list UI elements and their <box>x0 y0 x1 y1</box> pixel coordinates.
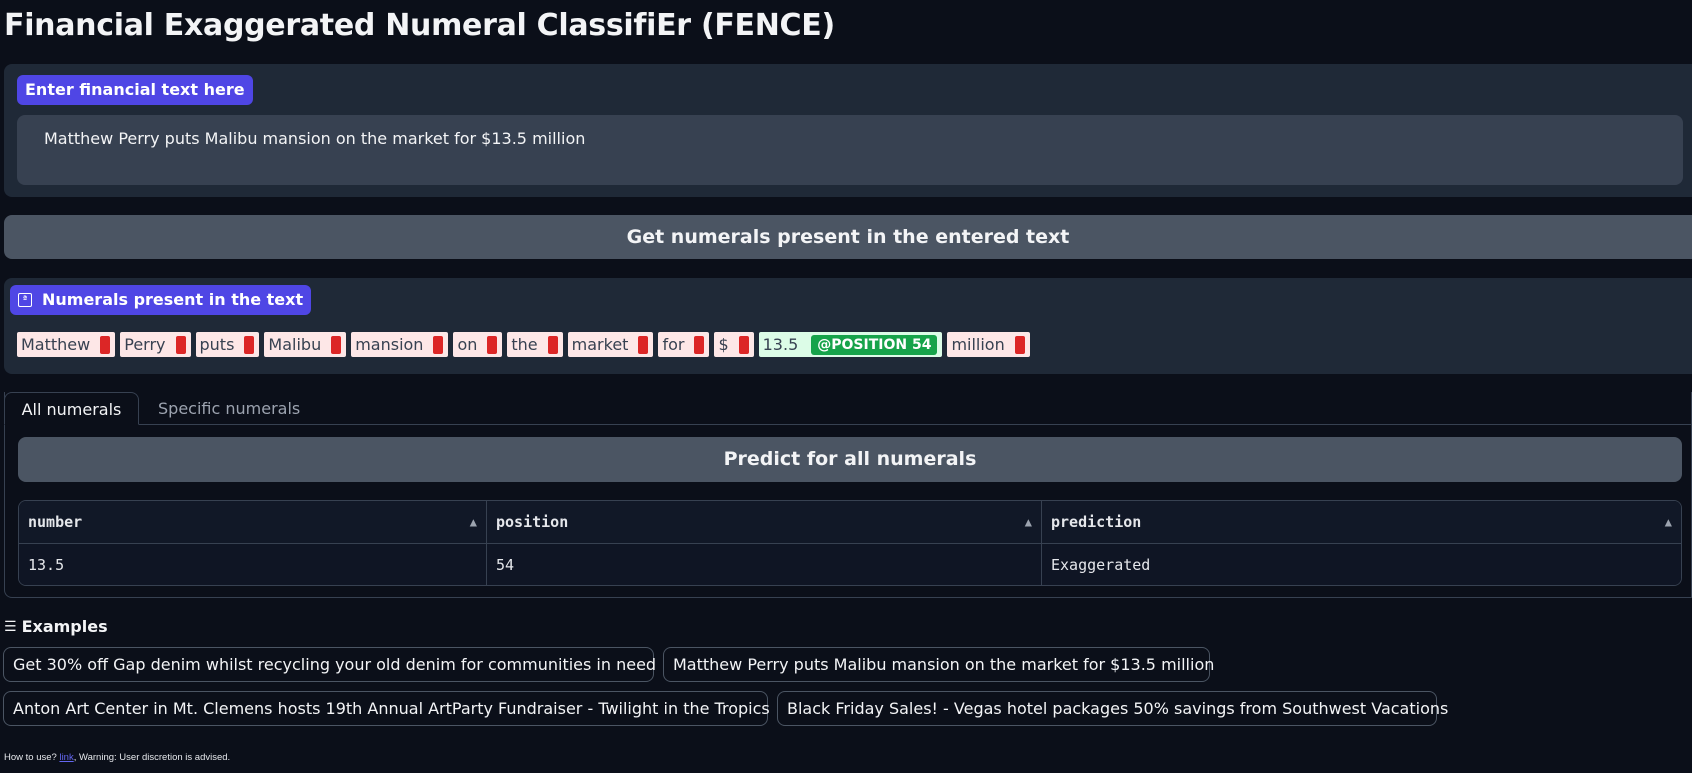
input-label: Enter financial text here <box>17 75 253 105</box>
footer-note: How to use? link, Warning: User discreti… <box>4 752 230 763</box>
predict-all-button[interactable]: Predict for all numerals <box>18 437 1682 482</box>
tab-specific-numerals[interactable]: Specific numerals <box>158 392 300 425</box>
financial-text-input[interactable]: Matthew Perry puts Malibu mansion on the… <box>17 115 1683 185</box>
numerals-label-text: Numerals present in the text <box>42 290 304 309</box>
token-text: Matthew <box>21 335 91 354</box>
label-marker <box>738 335 749 354</box>
label-marker <box>638 335 649 354</box>
text-token: on <box>453 332 503 357</box>
token-text: Malibu <box>268 335 322 354</box>
text-token: market <box>567 332 654 357</box>
example-button[interactable]: Anton Art Center in Mt. Clemens hosts 19… <box>3 691 770 726</box>
text-token: mansion <box>351 332 449 357</box>
examples-title: Examples <box>21 617 108 636</box>
token-text: on <box>457 335 478 354</box>
sort-icon[interactable]: ▲ <box>1025 501 1032 543</box>
text-token: the <box>507 332 563 357</box>
column-header-prediction[interactable]: prediction ▲ <box>1042 501 1681 543</box>
text-token: Malibu <box>264 332 347 357</box>
table-row: 13.5 54 Exaggerated <box>19 544 1681 585</box>
table-cell[interactable]: Exaggerated <box>1042 544 1681 585</box>
label-marker <box>487 335 498 354</box>
text-token: Matthew <box>17 332 116 357</box>
token-text: $ <box>718 335 729 354</box>
table-cell[interactable]: 13.5 <box>19 544 487 585</box>
numeral-token: 13.5 @POSITION 54 <box>758 332 943 357</box>
get-numerals-button[interactable]: Get numerals present in the entered text <box>4 215 1692 259</box>
tab-divider <box>138 424 1692 425</box>
column-header-position[interactable]: position ▲ <box>487 501 1042 543</box>
position-badge: @POSITION 54 <box>811 334 938 355</box>
token-text: the <box>511 335 538 354</box>
highlight-text-icon: ª <box>18 293 32 307</box>
token-text: mansion <box>355 335 424 354</box>
highlighted-tokens: Matthew Perry puts Malibu mansion on the market… <box>17 332 1030 357</box>
page-title: Financial Exaggerated Numeral ClassifiEr… <box>4 8 835 43</box>
example-button[interactable]: Get 30% off Gap denim whilst recycling y… <box>3 647 656 682</box>
token-text: puts <box>199 335 235 354</box>
text-input-panel: Enter financial text here Matthew Perry … <box>4 64 1692 197</box>
footer-prefix: How to use? <box>4 752 60 763</box>
text-token: $ <box>714 332 754 357</box>
label-marker <box>694 335 705 354</box>
label-marker <box>547 335 558 354</box>
token-text: million <box>951 335 1005 354</box>
sort-icon[interactable]: ▲ <box>1665 501 1672 543</box>
text-token: million <box>947 332 1030 357</box>
sort-icon[interactable]: ▲ <box>470 501 477 543</box>
footer-suffix: , Warning: User discretion is advised. <box>73 752 231 763</box>
label-marker <box>331 335 342 354</box>
help-link[interactable]: link <box>59 752 73 763</box>
text-token: Perry <box>120 332 191 357</box>
predictions-table: number ▲ position ▲ prediction ▲ 13.5 54 Ex… <box>18 500 1682 586</box>
column-header-number[interactable]: number ▲ <box>19 501 487 543</box>
label-marker <box>244 335 255 354</box>
token-text: 13.5 <box>762 335 799 354</box>
numerals-highlight-panel: ª Numerals present in the text Matthew Pe… <box>4 278 1692 374</box>
example-button[interactable]: Matthew Perry puts Malibu mansion on the… <box>663 647 1214 682</box>
label-marker <box>100 335 111 354</box>
example-button[interactable]: Black Friday Sales! - Vegas hotel packag… <box>777 691 1448 726</box>
token-text: market <box>571 335 629 354</box>
label-marker <box>175 335 186 354</box>
label-marker <box>1014 335 1025 354</box>
examples-header: ☰ Examples <box>4 617 108 636</box>
text-token: puts <box>195 332 260 357</box>
tab-all-numerals[interactable]: All numerals <box>4 392 139 425</box>
table-header-row: number ▲ position ▲ prediction ▲ <box>19 501 1681 544</box>
text-token: for <box>658 332 710 357</box>
token-text: for <box>662 335 685 354</box>
table-cell[interactable]: 54 <box>487 544 1042 585</box>
token-text: Perry <box>124 335 166 354</box>
numerals-label: ª Numerals present in the text <box>10 285 312 315</box>
list-icon: ☰ <box>4 618 17 635</box>
label-marker <box>433 335 444 354</box>
